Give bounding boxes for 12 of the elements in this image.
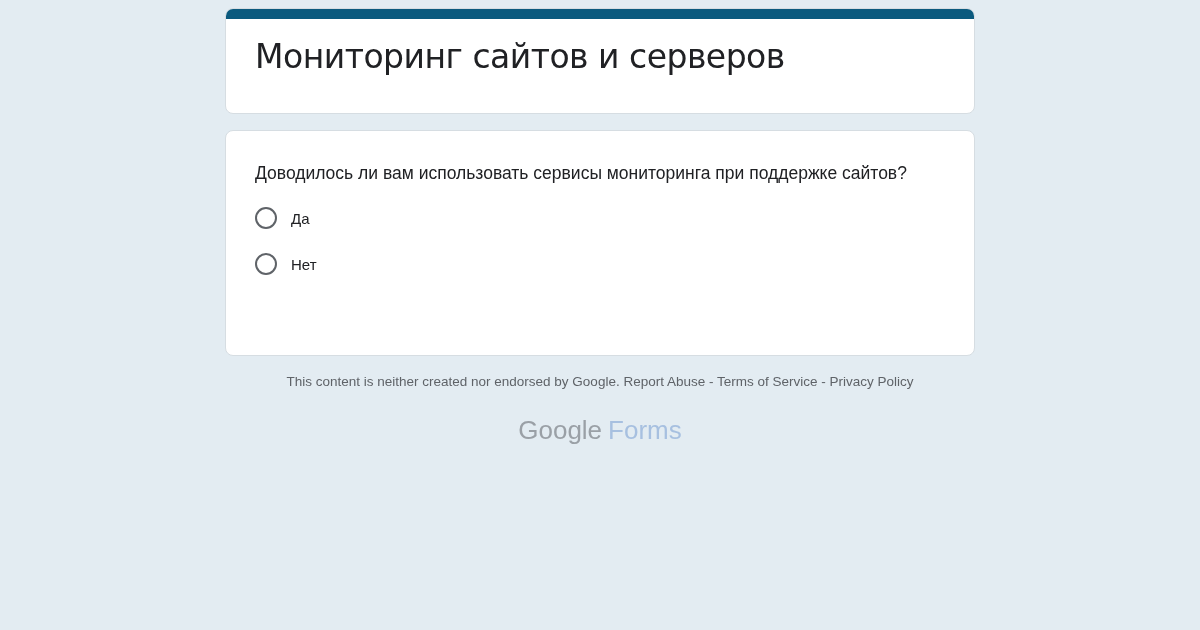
radio-button[interactable] [255, 207, 277, 229]
logo-brand: Google [518, 415, 603, 445]
footer-notice: This content is neither created nor endorsed by Google. Report Abuse - Terms of Service - Privacy Policy [285, 374, 915, 389]
option-label[interactable]: Нет [291, 255, 317, 273]
footer-link[interactable]: Terms of Service [717, 374, 818, 389]
footer-link[interactable]: Report Abuse [623, 374, 706, 389]
logo-product: Forms [608, 415, 682, 445]
question-text: Доводилось ли вам использовать сервисы мониторинга при поддержке сайтов? [255, 162, 908, 185]
option-label[interactable]: Да [291, 209, 310, 227]
form-title: Мониторинг сайтов и серверов [254, 36, 786, 76]
footer-link[interactable]: Privacy Policy [829, 374, 914, 389]
radio-button[interactable] [255, 253, 277, 275]
